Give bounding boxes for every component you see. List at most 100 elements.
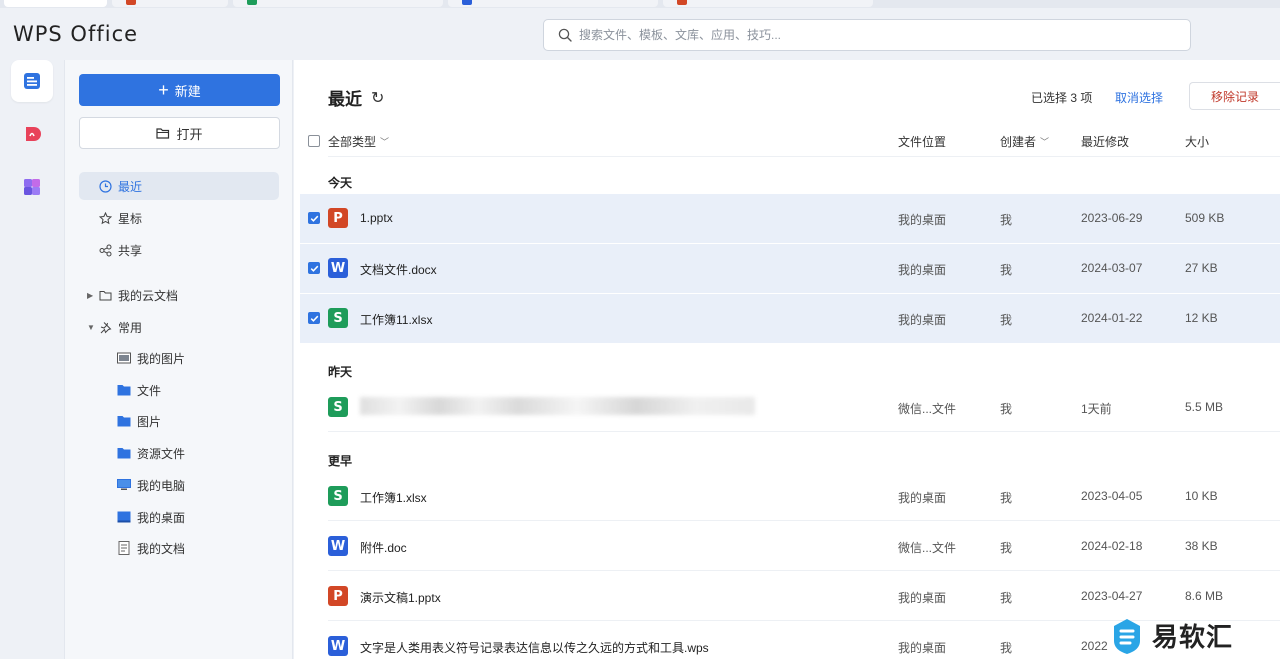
select-all-checkbox[interactable] (308, 135, 320, 147)
tree-item-cloud-docs[interactable]: ▶ 我的云文档 (87, 283, 178, 307)
chevron-down-icon: ﹀ (380, 136, 390, 147)
tree-item-common[interactable]: ▼ 常用 (87, 315, 142, 339)
row-checkbox[interactable] (308, 312, 320, 324)
cancel-selection-link[interactable]: 取消选择 (1115, 89, 1163, 106)
file-creator: 我 (1000, 263, 1013, 277)
tab-spreadsheet[interactable] (233, 0, 443, 7)
file-name[interactable]: 附件.doc (360, 539, 407, 556)
table-row[interactable]: S 微信...文件 我 1天前 5.5 MB (300, 383, 1280, 432)
computer-icon (117, 479, 131, 490)
plus-icon: + (158, 80, 169, 100)
sidebar: + 新建 打开 最近 星标 共享 ▶ 我的云文档 ▼ 常用 我的图片 文件 图片 (64, 60, 293, 659)
file-modified: 2024-03-07 (1081, 261, 1143, 275)
tab-document[interactable] (448, 0, 658, 7)
file-size: 38 KB (1185, 539, 1218, 553)
file-creator: 我 (1000, 591, 1013, 605)
pin-icon (100, 321, 112, 333)
sidebar-item-resources[interactable]: 资源文件 (117, 441, 185, 465)
file-name[interactable]: 1.pptx (360, 211, 393, 225)
file-name[interactable]: 文字是人类用表义符号记录表达信息以传之久远的方式和工具.wps (360, 639, 709, 656)
sidebar-item-label: 资源文件 (137, 446, 186, 461)
search-bar[interactable] (543, 19, 1191, 51)
column-size[interactable]: 大小 (1185, 133, 1209, 149)
file-location: 我的桌面 (898, 491, 947, 505)
sidebar-item-shared[interactable]: 共享 (79, 236, 279, 264)
watermark-logo-icon (1114, 618, 1140, 654)
new-button[interactable]: + 新建 (79, 74, 280, 106)
sidebar-item-images[interactable]: 图片 (117, 409, 161, 433)
file-size: 10 KB (1185, 489, 1218, 503)
sidebar-item-files[interactable]: 文件 (117, 378, 161, 402)
sidebar-item-starred[interactable]: 星标 (79, 204, 279, 232)
file-size: 12 KB (1185, 311, 1218, 325)
folder-open-icon (156, 128, 170, 139)
caret-down-icon[interactable]: ▼ (87, 323, 97, 332)
table-row[interactable]: S 工作簿1.xlsx 我的桌面 我 2023-04-05 10 KB (300, 472, 1280, 521)
section-today: 今天 (328, 176, 353, 190)
sidebar-item-label: 我的桌面 (137, 510, 186, 525)
watermark: 易软汇 (1112, 612, 1280, 659)
file-name[interactable]: 工作簿1.xlsx (360, 489, 427, 506)
document-icon (118, 541, 130, 555)
search-input[interactable] (579, 28, 1139, 42)
caret-right-icon[interactable]: ▶ (87, 291, 97, 300)
open-button[interactable]: 打开 (79, 117, 280, 149)
sidebar-item-label: 我的电脑 (137, 478, 186, 493)
sidebar-item-my-documents[interactable]: 我的文档 (117, 536, 185, 560)
sidebar-item-label: 我的文档 (137, 541, 186, 556)
file-name[interactable]: 演示文稿1.pptx (360, 589, 441, 606)
folder-icon (117, 448, 131, 459)
blurred-file-name[interactable] (360, 397, 755, 415)
file-modified: 2024-01-22 (1081, 311, 1143, 325)
file-modified: 2024-02-18 (1081, 539, 1143, 553)
table-row[interactable]: P 1.pptx 我的桌面 我 2023-06-29 509 KB (300, 194, 1280, 243)
file-modified: 1天前 (1081, 402, 1112, 416)
file-creator: 我 (1000, 213, 1013, 227)
row-divider (328, 431, 1280, 432)
table-row[interactable]: W 附件.doc 微信...文件 我 2024-02-18 38 KB (300, 522, 1280, 571)
selection-count: 已选择 3 项 (1031, 91, 1093, 105)
file-size: 27 KB (1185, 261, 1218, 275)
column-type[interactable]: 全部类型 ﹀ (308, 133, 389, 149)
refresh-icon[interactable]: ↻ (371, 88, 384, 108)
documents-icon (24, 73, 40, 89)
tree-item-label: 我的云文档 (118, 288, 179, 303)
apps-icon (24, 179, 40, 195)
doc-tab-icon (462, 0, 472, 5)
column-creator[interactable]: 创建者 ﹀ (1000, 133, 1049, 149)
tab-pdf[interactable] (663, 0, 873, 7)
file-location: 我的桌面 (898, 641, 947, 655)
app-logo: WPS Office (13, 22, 139, 46)
sidebar-item-desktop[interactable]: 我的桌面 (117, 505, 185, 529)
file-name[interactable]: 工作簿11.xlsx (360, 311, 432, 328)
tab-home[interactable] (4, 0, 107, 7)
remove-records-button[interactable]: 移除记录 (1189, 82, 1280, 110)
folder-icon (117, 385, 131, 396)
sidebar-item-recent[interactable]: 最近 (79, 172, 279, 200)
sidebar-item-my-pictures[interactable]: 我的图片 (117, 346, 185, 370)
new-button-label: 新建 (174, 83, 201, 99)
folder-icon (99, 290, 112, 300)
row-divider (328, 570, 1280, 571)
row-checkbox[interactable] (308, 262, 320, 274)
row-checkbox[interactable] (308, 212, 320, 224)
pdf-tab-icon (677, 0, 687, 5)
tab-presentation[interactable] (112, 0, 228, 7)
file-name[interactable]: 文档文件.docx (360, 261, 437, 278)
page-title: 最近 ↻ (328, 85, 384, 110)
file-size: 8.6 MB (1185, 589, 1224, 603)
table-row[interactable]: S 工作簿11.xlsx 我的桌面 我 2024-01-22 12 KB (300, 294, 1280, 343)
app-rail (0, 60, 64, 659)
rail-pdf-button[interactable] (11, 113, 53, 155)
sidebar-item-my-computer[interactable]: 我的电脑 (117, 473, 185, 497)
table-row[interactable]: W 文档文件.docx 我的桌面 我 2024-03-07 27 KB (300, 244, 1280, 293)
file-creator: 我 (1000, 491, 1013, 505)
column-creator-label: 创建者 (1000, 134, 1037, 149)
rail-documents-button[interactable] (11, 60, 53, 102)
file-creator: 我 (1000, 541, 1013, 555)
column-modified[interactable]: 最近修改 (1081, 133, 1129, 149)
header-divider (328, 156, 1280, 157)
column-location[interactable]: 文件位置 (898, 133, 946, 149)
file-location: 我的桌面 (898, 591, 947, 605)
rail-apps-button[interactable] (11, 166, 53, 208)
